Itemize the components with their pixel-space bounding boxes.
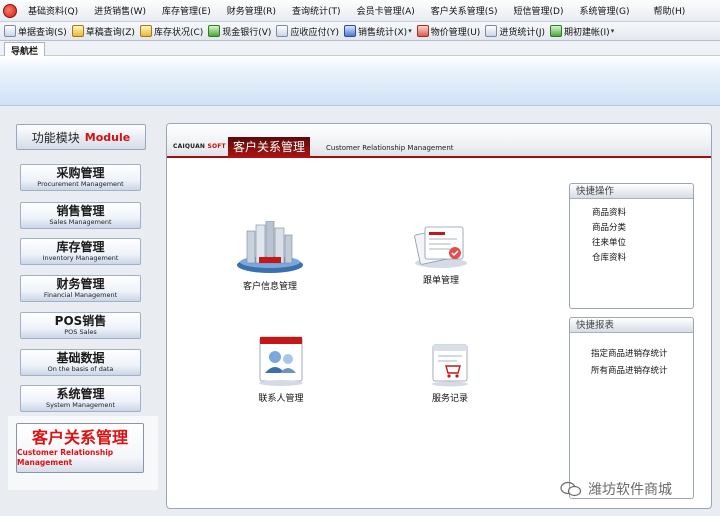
toolbar-sales-stats-button[interactable]: 销售统计(X) ▾ xyxy=(343,25,412,38)
app-logo-icon[interactable] xyxy=(3,3,17,18)
module-basic-data-button[interactable]: 基础数据 On the basis of data xyxy=(20,349,141,376)
price-icon xyxy=(416,25,429,37)
quick-operations-list: 商品资料 商品分类 往来单位 仓库资料 xyxy=(570,199,693,266)
receivable-icon xyxy=(276,25,289,37)
module-pos-sales-button[interactable]: POS销售 POS Sales xyxy=(20,312,141,339)
quick-reports-box: 快捷报表 指定商品进销存统计 所有商品进销存统计 xyxy=(569,317,694,499)
order-tracking-icon xyxy=(414,226,467,268)
panel-title-en: Customer Relationship Management xyxy=(326,144,454,152)
menu-bar: 基础资料(Q) 进货销售(W) 库存管理(E) 财务管理(R) 查询统计(T) … xyxy=(0,0,720,22)
menu-crm[interactable]: 客户关系管理(S) xyxy=(423,4,506,17)
feature-customer-info[interactable]: 客户信息管理 xyxy=(235,221,305,292)
quick-operations-box: 快捷操作 商品资料 商品分类 往来单位 仓库资料 xyxy=(569,183,694,309)
quick-reports-list: 指定商品进销存统计 所有商品进销存统计 xyxy=(570,333,693,380)
report-all-products-stats[interactable]: 所有商品进销存统计 xyxy=(591,363,693,380)
report-specified-product-stats[interactable]: 指定商品进销存统计 xyxy=(591,346,693,363)
bank-icon xyxy=(208,25,221,37)
panel-title-tab: 客户关系管理 xyxy=(228,137,311,158)
customer-info-icon xyxy=(237,221,303,273)
panel-header: CAIQUAN SOFT 客户关系管理 Customer Relationshi… xyxy=(167,124,711,158)
nav-bar: 导航栏 xyxy=(0,41,720,58)
module-column: 功能模块 Module 采购管理 Procurement Management … xyxy=(8,118,158,510)
toolbar-price-management-button[interactable]: 物价管理(U) xyxy=(416,25,480,38)
quick-operations-title: 快捷操作 xyxy=(570,184,693,199)
toolbar-opening-account-button[interactable]: 期初建帐(I) ▾ xyxy=(550,25,614,38)
menu-help[interactable]: 帮助(H) xyxy=(645,4,693,17)
quick-op-warehouse-info[interactable]: 仓库资料 xyxy=(592,251,693,266)
module-title: 功能模块 Module xyxy=(16,124,146,150)
menu-inventory[interactable]: 库存管理(E) xyxy=(154,4,219,17)
menu-finance[interactable]: 财务管理(R) xyxy=(219,4,284,17)
feature-order-tracking[interactable]: 跟单管理 xyxy=(411,223,471,286)
document-search-icon xyxy=(4,25,16,37)
brand-logo: CAIQUAN SOFT xyxy=(173,143,226,150)
header-banner xyxy=(0,56,720,106)
menu-basic-data[interactable]: 基础资料(Q) xyxy=(20,4,86,17)
quick-op-product-info[interactable]: 商品资料 xyxy=(592,206,693,221)
module-finance-button[interactable]: 财务管理 Financial Management xyxy=(20,275,141,302)
sales-stats-icon xyxy=(343,25,356,37)
feature-contacts[interactable]: 联系人管理 xyxy=(255,333,307,404)
chevron-down-icon[interactable]: ▾ xyxy=(611,27,615,35)
toolbar-draft-query-button[interactable]: 草稿查询(Z) xyxy=(71,25,135,38)
toolbar: 单据查询(S) 草稿查询(Z) 库存状况(C) 现金银行(V) 应收应付(Y) … xyxy=(0,22,720,41)
menu-purchase-sales[interactable]: 进货销售(W) xyxy=(86,4,154,17)
quick-reports-title: 快捷报表 xyxy=(570,318,693,333)
menu-sms[interactable]: 短信管理(D) xyxy=(506,4,572,17)
toolbar-purchase-stats-button[interactable]: 进货统计(J) xyxy=(485,25,545,38)
toolbar-inventory-status-button[interactable]: 库存状况(C) xyxy=(139,25,203,38)
feature-service-record[interactable]: 服务记录 xyxy=(427,341,473,404)
module-inventory-button[interactable]: 库存管理 Inventory Management xyxy=(20,238,141,265)
inventory-icon xyxy=(139,25,152,37)
crm-panel: CAIQUAN SOFT 客户关系管理 Customer Relationshi… xyxy=(166,123,712,509)
chevron-down-icon[interactable]: ▾ xyxy=(408,27,412,35)
module-procurement-button[interactable]: 采购管理 Procurement Management xyxy=(20,164,141,191)
quick-op-business-partners[interactable]: 往来单位 xyxy=(592,236,693,251)
purchase-stats-icon xyxy=(485,25,498,37)
menu-member-card[interactable]: 会员卡管理(A) xyxy=(349,4,423,17)
module-system-button[interactable]: 系统管理 System Management xyxy=(20,385,141,412)
draft-icon xyxy=(71,25,84,37)
service-record-icon xyxy=(432,344,468,387)
opening-account-icon xyxy=(550,25,563,37)
wechat-icon xyxy=(560,481,582,497)
watermark: 潍坊软件商城 xyxy=(560,479,672,499)
module-crm-button[interactable]: 客户关系管理 Customer Relationship Management xyxy=(16,423,144,473)
quick-op-product-category[interactable]: 商品分类 xyxy=(592,221,693,236)
toolbar-document-query-button[interactable]: 单据查询(S) xyxy=(4,25,67,38)
workspace: 功能模块 Module 采购管理 Procurement Management … xyxy=(0,106,720,516)
toolbar-receivable-payable-button[interactable]: 应收应付(Y) xyxy=(276,25,339,38)
module-sales-button[interactable]: 销售管理 Sales Management xyxy=(20,202,141,229)
menu-system[interactable]: 系统管理(G) xyxy=(571,4,637,17)
contacts-icon xyxy=(259,336,303,386)
menu-query-stats[interactable]: 查询统计(T) xyxy=(284,4,349,17)
toolbar-cash-bank-button[interactable]: 现金银行(V) xyxy=(208,25,271,38)
